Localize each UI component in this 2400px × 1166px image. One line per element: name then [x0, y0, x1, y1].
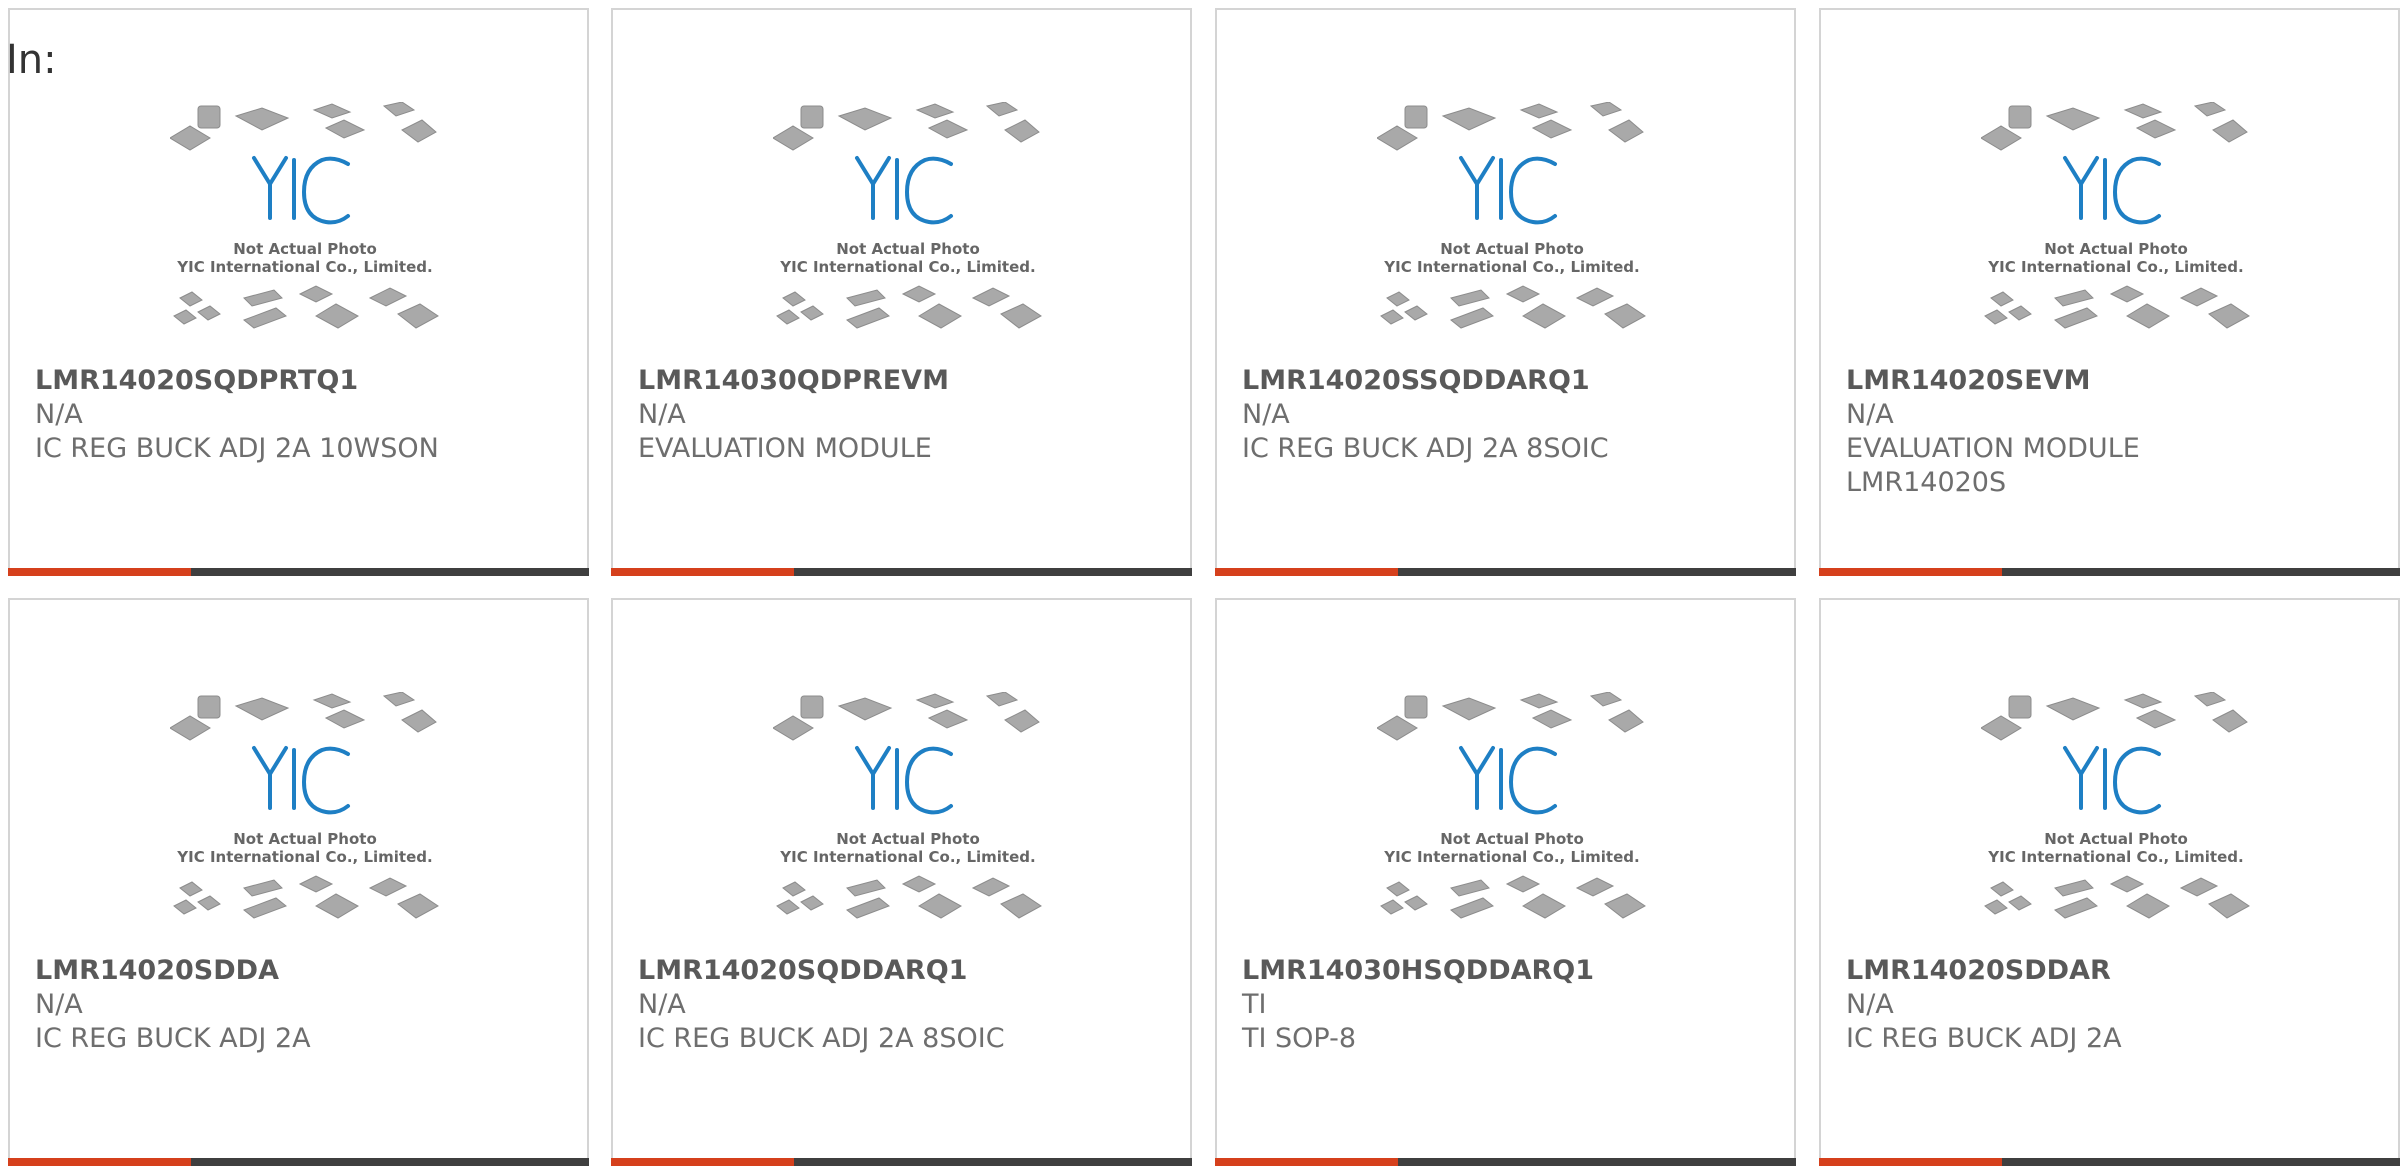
card-bottom-bar	[1819, 1158, 2400, 1166]
card-accent-bar	[1819, 568, 2002, 576]
card-bottom-bar	[611, 568, 1192, 576]
photo-caption-1: Not Actual Photo	[836, 240, 980, 258]
card-accent-bar	[8, 1158, 191, 1166]
product-photo-placeholder: Not Actual Photo YIC International Co., …	[1377, 102, 1646, 329]
product-info: LMR14020SQDDARQ1 N/A IC REG BUCK ADJ 2A …	[638, 954, 1170, 1056]
part-number[interactable]: LMR14030HSQDDARQ1	[1242, 954, 1774, 988]
card-bottom-bar	[8, 1158, 589, 1166]
product-photo-placeholder: Not Actual Photo YIC International Co., …	[773, 102, 1042, 329]
product-info: LMR14020SEVM N/A EVALUATION MODULE LMR14…	[1846, 364, 2378, 500]
card-bottom-bar	[1215, 1158, 1796, 1166]
card-bottom-bar	[611, 1158, 1192, 1166]
manufacturer: N/A	[1846, 989, 1894, 1020]
product-card[interactable]: Not Actual Photo YIC International Co., …	[611, 8, 1192, 576]
product-photo-placeholder: Not Actual Photo YIC International Co., …	[1377, 692, 1646, 919]
photo-caption-1: Not Actual Photo	[233, 240, 377, 258]
manufacturer: N/A	[638, 399, 686, 430]
description: IC REG BUCK ADJ 2A	[1846, 1023, 2122, 1054]
part-number[interactable]: LMR14030QDPREVM	[638, 364, 1170, 398]
manufacturer: TI	[1242, 989, 1267, 1020]
product-photo-placeholder: Not Actual Photo YIC International Co., …	[773, 692, 1042, 919]
card-accent-bar	[1215, 1158, 1398, 1166]
manufacturer: N/A	[1242, 399, 1290, 430]
product-card[interactable]: Not Actual Photo YIC International Co., …	[1215, 8, 1796, 576]
card-bottom-bar	[8, 568, 589, 576]
photo-caption-2: YIC International Co., Limited.	[176, 258, 432, 276]
card-accent-bar	[1215, 568, 1398, 576]
product-photo-placeholder: Not Actual Photo YIC International Co., …	[1981, 102, 2250, 329]
photo-caption-2: YIC International Co., Limited.	[176, 848, 432, 866]
card-accent-bar	[611, 568, 794, 576]
product-info: LMR14030QDPREVM N/A EVALUATION MODULE	[638, 364, 1170, 466]
card-bottom-bar	[1819, 568, 2400, 576]
manufacturer: N/A	[1846, 399, 1894, 430]
product-info: LMR14030HSQDDARQ1 TI TI SOP-8	[1242, 954, 1774, 1056]
photo-caption-2: YIC International Co., Limited.	[1987, 258, 2243, 276]
description: IC REG BUCK ADJ 2A	[35, 1023, 311, 1054]
manufacturer: N/A	[35, 989, 83, 1020]
card-bottom-bar	[1215, 568, 1796, 576]
card-accent-bar	[611, 1158, 794, 1166]
photo-caption-2: YIC International Co., Limited.	[1987, 848, 2243, 866]
description: EVALUATION MODULE	[638, 433, 932, 464]
part-number[interactable]: LMR14020SDDAR	[1846, 954, 2378, 988]
photo-caption-1: Not Actual Photo	[1440, 240, 1584, 258]
photo-caption-1: Not Actual Photo	[2044, 830, 2188, 848]
product-info: LMR14020SDDA N/A IC REG BUCK ADJ 2A	[35, 954, 567, 1056]
product-info: LMR14020SSQDDARQ1 N/A IC REG BUCK ADJ 2A…	[1242, 364, 1774, 466]
description: IC REG BUCK ADJ 2A 8SOIC	[1242, 433, 1609, 464]
product-card[interactable]: Not Actual Photo YIC International Co., …	[8, 598, 589, 1166]
card-accent-bar	[8, 568, 191, 576]
photo-caption-1: Not Actual Photo	[2044, 240, 2188, 258]
product-info: LMR14020SDDAR N/A IC REG BUCK ADJ 2A	[1846, 954, 2378, 1056]
description: IC REG BUCK ADJ 2A 10WSON	[35, 433, 439, 464]
part-number[interactable]: LMR14020SSQDDARQ1	[1242, 364, 1774, 398]
part-number[interactable]: LMR14020SQDPRTQ1	[35, 364, 567, 398]
product-photo-placeholder: Not Actual Photo YIC International Co., …	[1981, 692, 2250, 919]
product-card[interactable]: Not Actual Photo YIC International Co., …	[1819, 8, 2400, 576]
part-number[interactable]: LMR14020SQDDARQ1	[638, 954, 1170, 988]
product-grid: Not Actual Photo YIC International Co., …	[0, 0, 2400, 1166]
part-number[interactable]: LMR14020SDDA	[35, 954, 567, 988]
photo-caption-2: YIC International Co., Limited.	[1383, 258, 1639, 276]
product-photo-placeholder: Not Actual Photo YIC International Co., …	[170, 102, 439, 329]
description: EVALUATION MODULE LMR14020S	[1846, 433, 2140, 498]
photo-caption-2: YIC International Co., Limited.	[779, 848, 1035, 866]
product-card[interactable]: Not Actual Photo YIC International Co., …	[1215, 598, 1796, 1166]
product-card[interactable]: Not Actual Photo YIC International Co., …	[8, 8, 589, 576]
photo-caption-1: Not Actual Photo	[836, 830, 980, 848]
photo-caption-1: Not Actual Photo	[233, 830, 377, 848]
description: TI SOP-8	[1242, 1023, 1357, 1054]
product-card[interactable]: Not Actual Photo YIC International Co., …	[1819, 598, 2400, 1166]
description: IC REG BUCK ADJ 2A 8SOIC	[638, 1023, 1005, 1054]
part-number[interactable]: LMR14020SEVM	[1846, 364, 2378, 398]
card-accent-bar	[1819, 1158, 2002, 1166]
product-card[interactable]: Not Actual Photo YIC International Co., …	[611, 598, 1192, 1166]
photo-caption-2: YIC International Co., Limited.	[779, 258, 1035, 276]
manufacturer: N/A	[638, 989, 686, 1020]
photo-caption-2: YIC International Co., Limited.	[1383, 848, 1639, 866]
in-label: In:	[6, 37, 57, 83]
photo-caption-1: Not Actual Photo	[1440, 830, 1584, 848]
manufacturer: N/A	[35, 399, 83, 430]
product-info: LMR14020SQDPRTQ1 N/A IC REG BUCK ADJ 2A …	[35, 364, 567, 466]
product-photo-placeholder: Not Actual Photo YIC International Co., …	[170, 692, 439, 919]
